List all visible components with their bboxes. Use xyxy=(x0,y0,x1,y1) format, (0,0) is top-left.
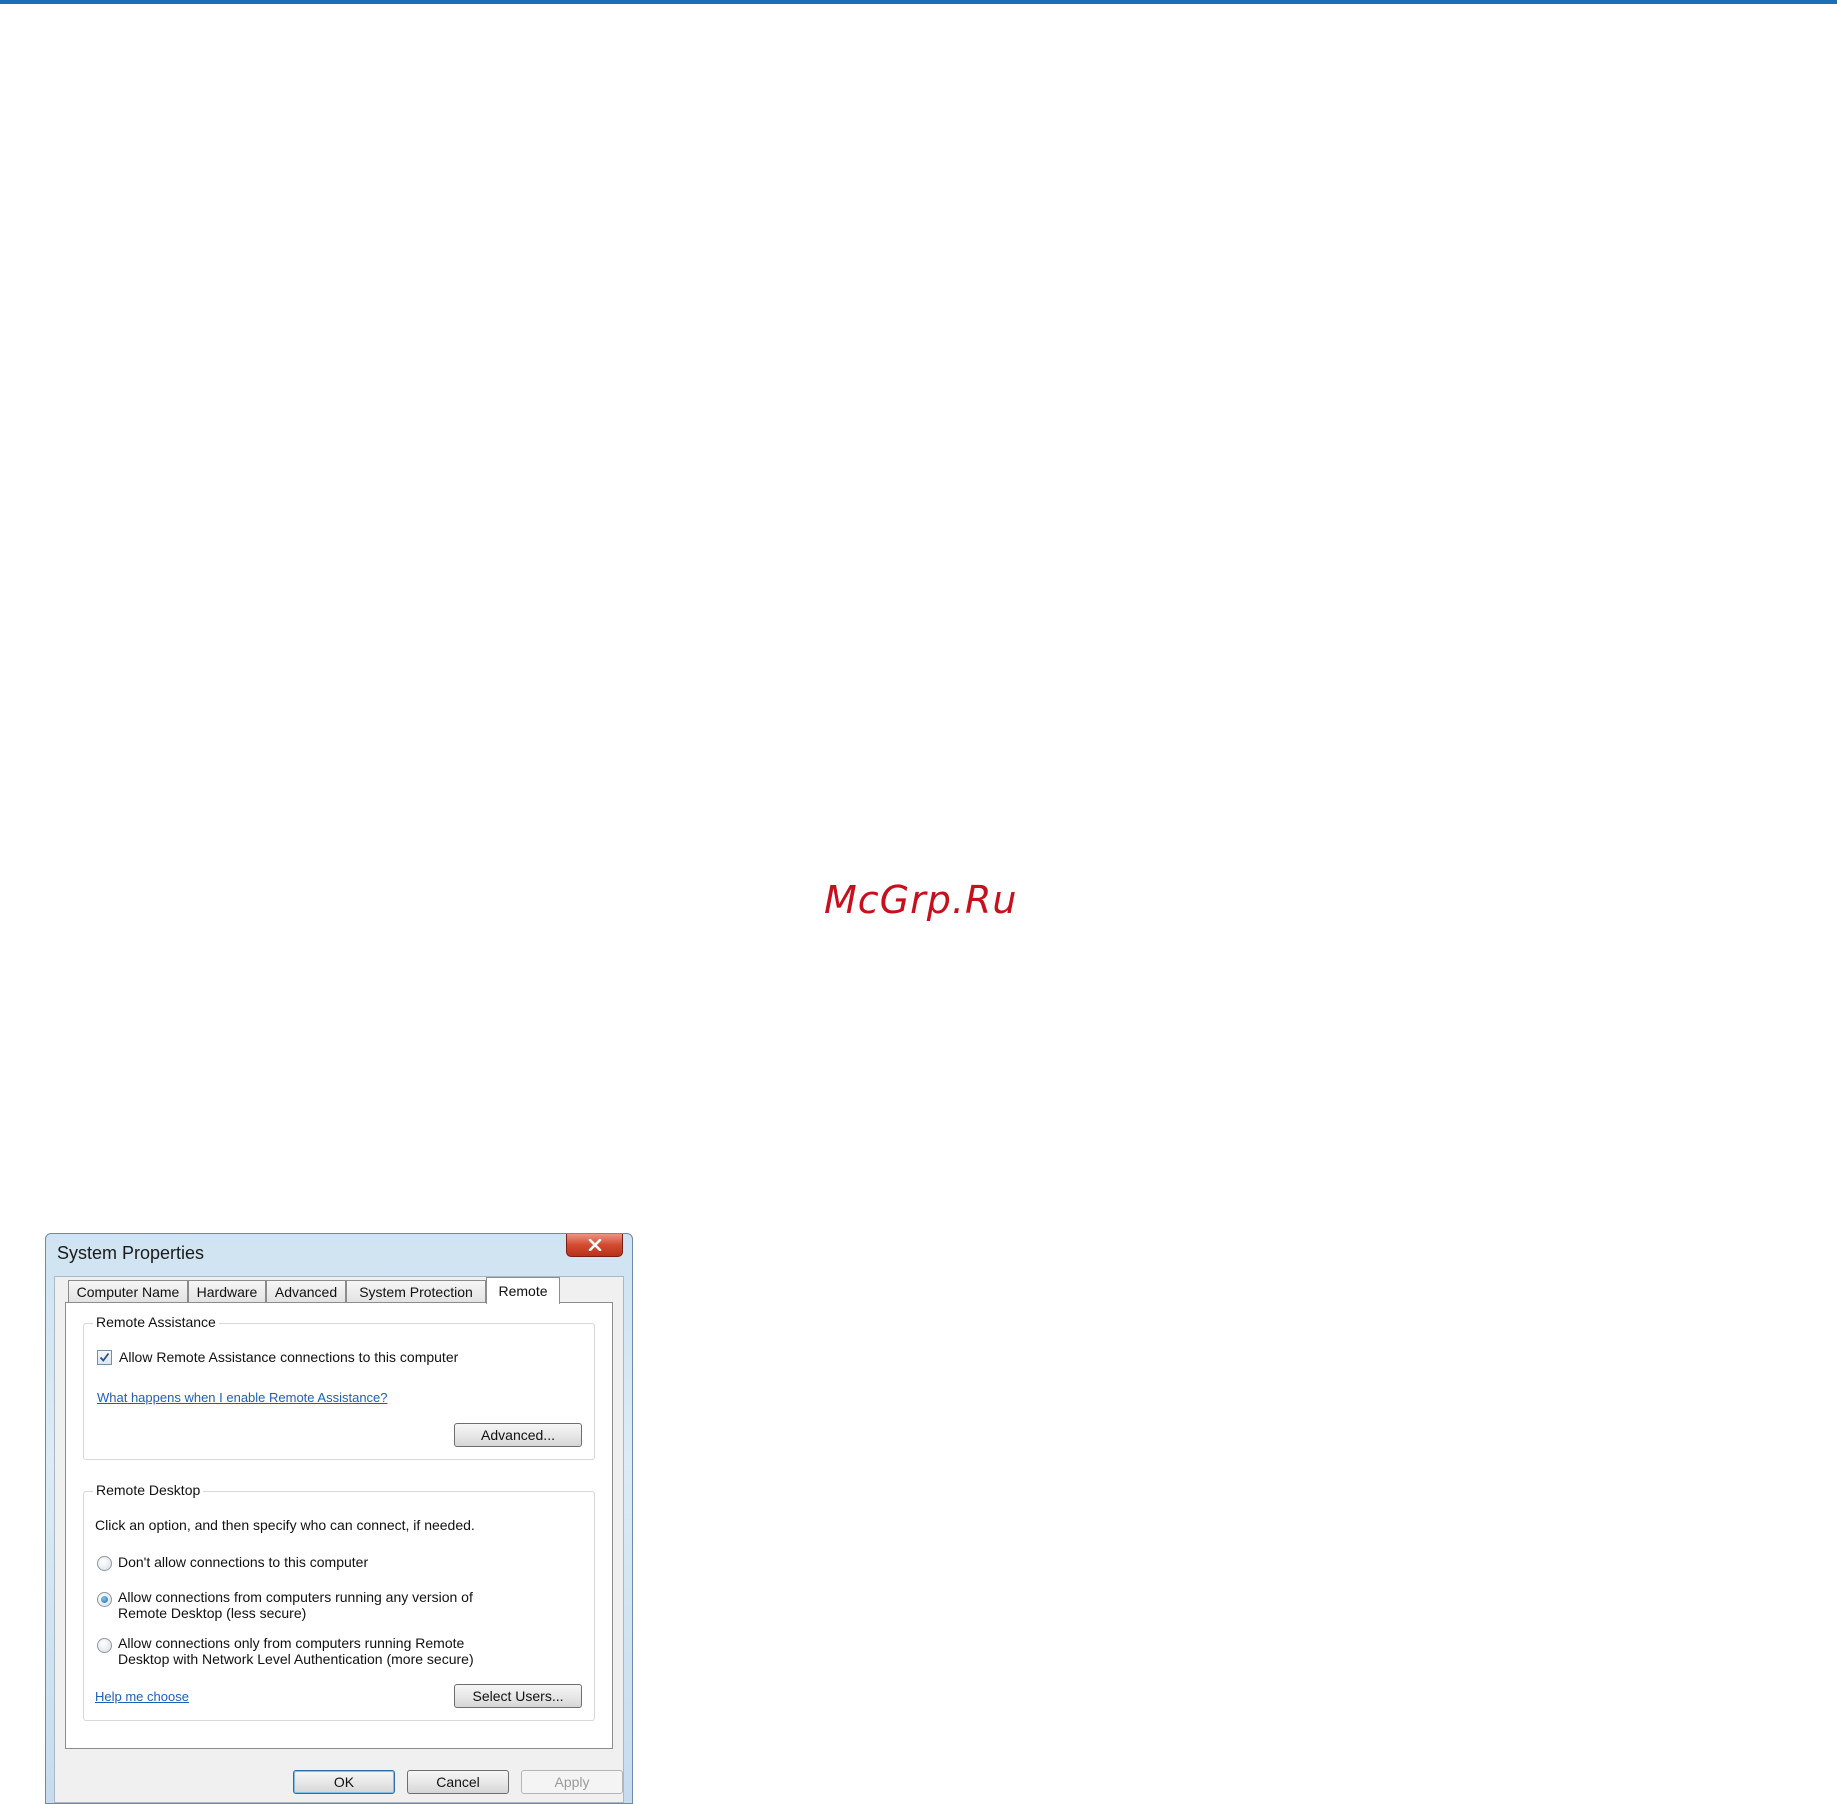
tab-computer-name[interactable]: Computer Name xyxy=(68,1280,188,1302)
close-icon xyxy=(588,1239,601,1251)
ok-button[interactable]: OK xyxy=(293,1770,395,1794)
remote-desktop-group: Remote Desktop Click an option, and then… xyxy=(83,1482,595,1721)
advanced-button[interactable]: Advanced... xyxy=(454,1423,582,1447)
checkmark-icon xyxy=(99,1352,110,1362)
help-me-choose-link[interactable]: Help me choose xyxy=(95,1689,189,1705)
top-rule xyxy=(0,0,1837,4)
cancel-button[interactable]: Cancel xyxy=(407,1770,509,1794)
system-properties-dialog: System Properties Computer Name Hardware… xyxy=(45,1233,633,1804)
remote-tab-panel: Remote Assistance Allow Remote Assistanc… xyxy=(65,1302,613,1749)
tab-hardware[interactable]: Hardware xyxy=(188,1280,266,1302)
allow-any-version-label-line1[interactable]: Allow connections from computers running… xyxy=(118,1589,473,1605)
dialog-title: System Properties xyxy=(57,1243,205,1263)
dialog-button-bar: OK Cancel Apply xyxy=(55,1762,623,1802)
remote-assistance-group: Remote Assistance Allow Remote Assistanc… xyxy=(83,1314,595,1460)
allow-nla-only-label-line2[interactable]: Desktop with Network Level Authenticatio… xyxy=(118,1651,474,1667)
close-button[interactable] xyxy=(566,1234,623,1257)
allow-any-version-label-line2[interactable]: Remote Desktop (less secure) xyxy=(118,1605,306,1621)
remote-desktop-title: Remote Desktop xyxy=(93,1482,204,1498)
allow-nla-only-label-line1[interactable]: Allow connections only from computers ru… xyxy=(118,1635,464,1651)
allow-remote-assistance-checkbox[interactable] xyxy=(97,1350,112,1365)
tab-remote[interactable]: Remote xyxy=(486,1277,560,1304)
tab-system-protection[interactable]: System Protection xyxy=(346,1280,486,1302)
select-users-button[interactable]: Select Users... xyxy=(454,1684,582,1708)
watermark: McGrp.Ru xyxy=(824,878,1018,922)
dont-allow-connections-radio[interactable] xyxy=(97,1556,112,1571)
dialog-body: Computer Name Hardware Advanced System P… xyxy=(54,1276,624,1803)
tab-advanced[interactable]: Advanced xyxy=(266,1280,346,1302)
allow-remote-assistance-label[interactable]: Allow Remote Assistance connections to t… xyxy=(119,1349,458,1365)
allow-any-version-radio[interactable] xyxy=(97,1592,112,1607)
remote-desktop-instruction: Click an option, and then specify who ca… xyxy=(95,1517,475,1533)
allow-nla-only-radio[interactable] xyxy=(97,1638,112,1653)
dont-allow-connections-label[interactable]: Don't allow connections to this computer xyxy=(118,1554,368,1570)
remote-assistance-help-link[interactable]: What happens when I enable Remote Assist… xyxy=(97,1390,388,1406)
remote-assistance-title: Remote Assistance xyxy=(93,1314,219,1330)
apply-button[interactable]: Apply xyxy=(521,1770,623,1794)
